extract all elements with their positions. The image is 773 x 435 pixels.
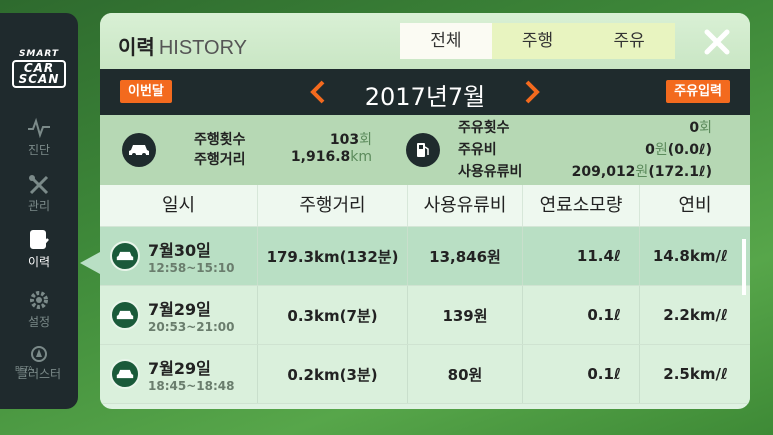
- drive-count-label: 주행횟수: [194, 132, 246, 148]
- gear-icon: [0, 289, 78, 311]
- sidebar-item-diagnosis[interactable]: 진단: [0, 117, 78, 158]
- table-row[interactable]: 7월30일 12:58~15:10 179.3km(132분) 13,846원 1…: [100, 227, 750, 286]
- fuel-cost-label: 주유비: [458, 142, 497, 158]
- row-date: 7월29일: [148, 359, 211, 378]
- fuel-cell: 0.1ℓ: [523, 286, 640, 344]
- sidebar-item-label: 관리: [27, 199, 51, 213]
- efficiency-cell: 14.8km/ℓ: [652, 247, 728, 265]
- distance-cell: 0.3km(7분): [258, 286, 408, 344]
- close-icon[interactable]: [702, 27, 732, 57]
- sidebar: SMART CAR SCAN 진단 관리 이력 설정 BETA 클러스터: [0, 13, 78, 409]
- row-date: 7월30일: [148, 241, 211, 260]
- distance-cell: 0.2km(3분): [258, 345, 408, 403]
- logo-top-text: SMART: [18, 49, 60, 59]
- beta-badge: BETA: [15, 365, 33, 373]
- fuel-count-value: 0회: [689, 120, 712, 136]
- drive-count-value: 103회: [329, 132, 372, 148]
- car-icon: [122, 133, 156, 167]
- sidebar-item-label: 진단: [27, 143, 51, 157]
- car-icon: [110, 359, 140, 389]
- sidebar-item-label: 이력: [27, 255, 51, 269]
- drive-distance-value: 1,916.8km: [290, 149, 372, 165]
- summary-panel: 주행횟수 103회 주행거리 1,916.8km 주유횟수 0회 주유비 0원(…: [100, 115, 750, 185]
- row-time: 20:53~21:00: [148, 320, 235, 334]
- sidebar-item-cluster[interactable]: BETA 클러스터: [0, 345, 78, 382]
- logo-mid-text: CAR SCAN: [12, 60, 66, 88]
- active-nav-pointer: [80, 252, 100, 274]
- tools-icon: [0, 173, 78, 195]
- car-icon: [110, 300, 140, 330]
- table-row[interactable]: 7월29일 18:45~18:48 0.2km(3분) 80원 0.1ℓ 2.5k…: [100, 345, 750, 404]
- col-fuel: 연료소모량: [523, 185, 640, 226]
- row-time: 12:58~15:10: [148, 261, 235, 275]
- sidebar-item-settings[interactable]: 설정: [0, 289, 78, 330]
- col-efficiency: 연비: [678, 195, 712, 216]
- sidebar-item-label: 설정: [27, 315, 51, 329]
- drive-distance-label: 주행거리: [194, 152, 246, 168]
- history-panel: 이력 HISTORY 전체 주행 주유 이번달 2017년7월 주유입력 주행횟수…: [100, 13, 750, 409]
- col-distance: 주행거리: [258, 185, 408, 226]
- month-bar: 이번달 2017년7월 주유입력: [100, 69, 750, 115]
- pulse-icon: [0, 117, 78, 139]
- used-fuel-value: 209,012원(172.1ℓ): [571, 164, 712, 180]
- cost-cell: 139원: [408, 286, 523, 344]
- efficiency-cell: 2.5km/ℓ: [663, 365, 728, 383]
- fuel-pump-icon: [406, 133, 440, 167]
- history-icon: [0, 229, 78, 251]
- row-time: 18:45~18:48: [148, 379, 235, 393]
- col-date: 일시: [100, 185, 258, 226]
- filter-tabs: 전체 주행 주유: [400, 23, 675, 59]
- fuel-cost-value: 0원(0.0ℓ): [645, 142, 712, 158]
- table-row[interactable]: 7월29일 20:53~21:00 0.3km(7분) 139원 0.1ℓ 2.2…: [100, 286, 750, 345]
- table-header: 일시 주행거리 사용유류비 연료소모량 연비: [100, 185, 750, 227]
- car-icon: [110, 241, 140, 271]
- cost-cell: 80원: [408, 345, 523, 403]
- chevron-right-icon[interactable]: [522, 79, 542, 105]
- used-fuel-label: 사용유류비: [458, 164, 523, 180]
- fuel-count-label: 주유횟수: [458, 120, 510, 136]
- row-date: 7월29일: [148, 300, 211, 319]
- app-logo: SMART CAR SCAN: [6, 49, 72, 89]
- fuel-input-button[interactable]: 주유입력: [666, 80, 730, 103]
- fuel-cell: 11.4ℓ: [523, 227, 640, 285]
- sidebar-item-management[interactable]: 관리: [0, 173, 78, 214]
- distance-cell: 179.3km(132분): [258, 227, 408, 285]
- fuel-cell: 0.1ℓ: [523, 345, 640, 403]
- tab-fuel[interactable]: 주유: [583, 23, 675, 59]
- panel-header: 이력 HISTORY 전체 주행 주유: [100, 13, 750, 69]
- col-cost: 사용유류비: [408, 185, 523, 226]
- date-cell: 7월29일 20:53~21:00: [100, 286, 258, 344]
- month-label: 2017년7월: [364, 83, 486, 111]
- sidebar-item-history[interactable]: 이력: [0, 229, 78, 270]
- cost-cell: 13,846원: [408, 227, 523, 285]
- tab-all[interactable]: 전체: [400, 23, 492, 59]
- page-title: 이력 HISTORY: [118, 35, 247, 59]
- tab-drive[interactable]: 주행: [492, 23, 584, 59]
- cluster-icon: [0, 345, 78, 363]
- date-cell: 7월30일 12:58~15:10: [100, 227, 258, 285]
- date-cell: 7월29일 18:45~18:48: [100, 345, 258, 403]
- scrollbar[interactable]: [742, 239, 746, 295]
- efficiency-cell: 2.2km/ℓ: [663, 306, 728, 324]
